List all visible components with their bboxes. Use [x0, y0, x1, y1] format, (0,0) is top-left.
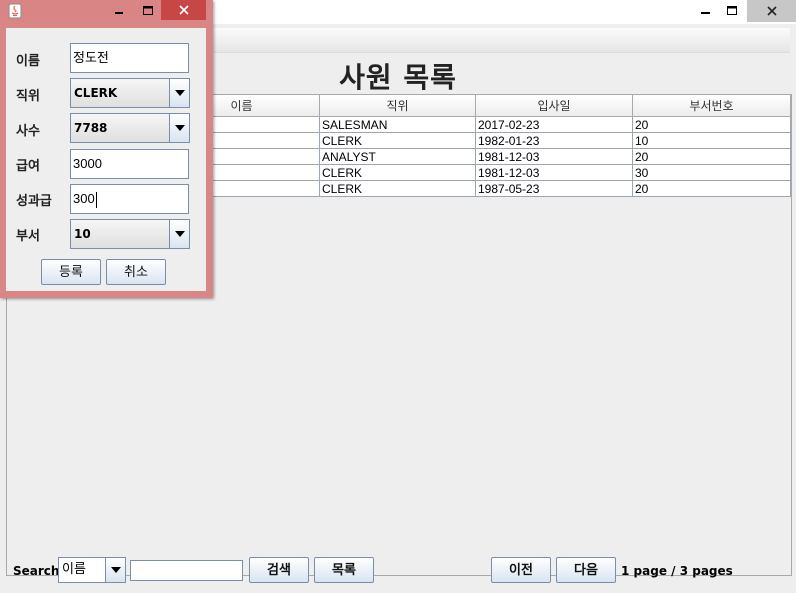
job-dropdown-button[interactable] — [169, 79, 189, 107]
dialog-titlebar[interactable] — [0, 0, 213, 22]
job-selected: CLERK — [74, 86, 118, 100]
search-button[interactable]: 검색 — [249, 557, 309, 583]
column-header-deptno[interactable]: 부서번호 — [632, 95, 791, 117]
dept-label: 부서 — [16, 229, 40, 244]
main-minimize-button[interactable] — [692, 0, 720, 22]
manager-label: 사수 — [16, 124, 40, 139]
name-label: 이름 — [16, 54, 40, 69]
dialog-close-button[interactable] — [161, 0, 206, 20]
dept-selected: 10 — [74, 227, 91, 241]
cell-deptno: 20 — [632, 148, 791, 165]
close-icon — [766, 6, 777, 16]
job-label: 직위 — [16, 89, 40, 104]
minimize-icon — [701, 12, 710, 14]
commission-value: 300 — [73, 191, 95, 206]
search-field-select[interactable]: 이름 — [58, 557, 126, 583]
search-label: Search — [13, 564, 60, 578]
employee-register-dialog: 이름 정도전 직위 CLERK 사수 7788 급여 3000 성과급 300 … — [0, 0, 213, 298]
cell-hiredate: 1981-12-03 — [475, 164, 633, 181]
main-maximize-button[interactable] — [718, 0, 746, 22]
cell-job: CLERK — [319, 164, 476, 181]
main-close-button[interactable] — [747, 0, 796, 22]
search-input[interactable] — [130, 560, 243, 581]
page-info: 1 page / 3 pages — [621, 564, 733, 578]
java-app-icon — [8, 3, 22, 19]
job-select[interactable]: CLERK — [70, 78, 190, 108]
close-icon — [178, 5, 189, 15]
cell-job: CLERK — [319, 180, 476, 197]
column-header-hiredate[interactable]: 입사일 — [475, 95, 633, 117]
commission-label: 성과급 — [16, 194, 52, 209]
list-button[interactable]: 목록 — [314, 557, 374, 583]
cell-hiredate: 1981-12-03 — [475, 148, 633, 165]
page-info-text: page / 3 pages — [633, 564, 733, 578]
cell-hiredate: 1982-01-23 — [475, 132, 633, 149]
column-header-job[interactable]: 직위 — [319, 95, 476, 117]
maximize-icon — [726, 6, 737, 15]
maximize-icon — [142, 6, 153, 15]
chevron-down-icon — [174, 125, 185, 131]
manager-selected: 7788 — [74, 121, 108, 135]
manager-select[interactable]: 7788 — [70, 113, 190, 143]
cell-deptno: 20 — [632, 180, 791, 197]
search-field-dropdown-button[interactable] — [105, 558, 125, 582]
cell-job: ANALYST — [319, 148, 476, 165]
next-page-button[interactable]: 다음 — [556, 557, 616, 583]
text-caret — [95, 191, 97, 208]
cell-job: SALESMAN — [319, 116, 476, 133]
cell-job: CLERK — [319, 132, 476, 149]
chevron-down-icon — [174, 231, 185, 237]
cell-deptno: 20 — [632, 116, 791, 133]
salary-label: 급여 — [16, 159, 40, 174]
prev-page-button[interactable]: 이전 — [491, 557, 551, 583]
search-field-selected: 이름 — [62, 562, 86, 577]
name-field[interactable]: 정도전 — [70, 43, 189, 73]
dept-select[interactable]: 10 — [70, 219, 190, 249]
manager-dropdown-button[interactable] — [169, 114, 189, 142]
dialog-maximize-button[interactable] — [134, 0, 162, 22]
page-current: 1 — [621, 564, 630, 578]
commission-field[interactable]: 300 — [70, 184, 189, 214]
register-button[interactable]: 등록 — [41, 259, 101, 285]
dialog-minimize-button[interactable] — [106, 0, 134, 22]
cell-hiredate: 1987-05-23 — [475, 180, 633, 197]
dialog-form: 이름 정도전 직위 CLERK 사수 7788 급여 3000 성과급 300 … — [6, 28, 206, 291]
cell-hiredate: 2017-02-23 — [475, 116, 633, 133]
chevron-down-icon — [174, 90, 185, 96]
cancel-button[interactable]: 취소 — [106, 259, 166, 285]
minimize-icon — [115, 12, 123, 14]
chevron-down-icon — [110, 567, 121, 573]
cell-deptno: 30 — [632, 164, 791, 181]
cell-deptno: 10 — [632, 132, 791, 149]
salary-field[interactable]: 3000 — [70, 149, 189, 179]
dept-dropdown-button[interactable] — [169, 220, 189, 248]
